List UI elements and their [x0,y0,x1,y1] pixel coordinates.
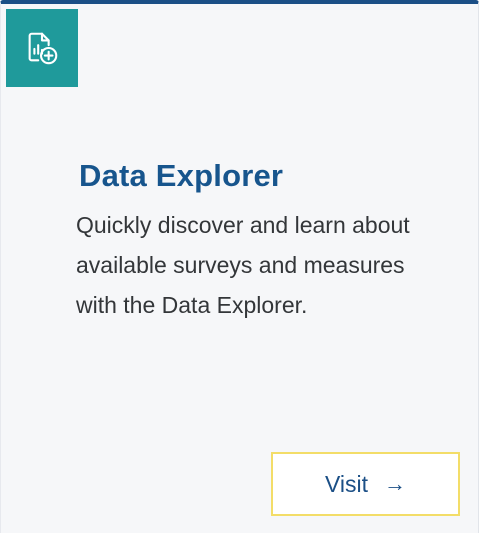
visit-button-label: Visit [324,470,369,497]
card-title: Data Explorer [79,158,284,193]
arrow-right-icon: → [384,471,407,496]
report-add-icon [6,9,78,87]
card-description: Quickly discover and learn about availab… [76,212,410,318]
data-explorer-card: Data Explorer Quickly discover and learn… [0,0,479,533]
visit-button[interactable]: Visit → [271,452,460,516]
